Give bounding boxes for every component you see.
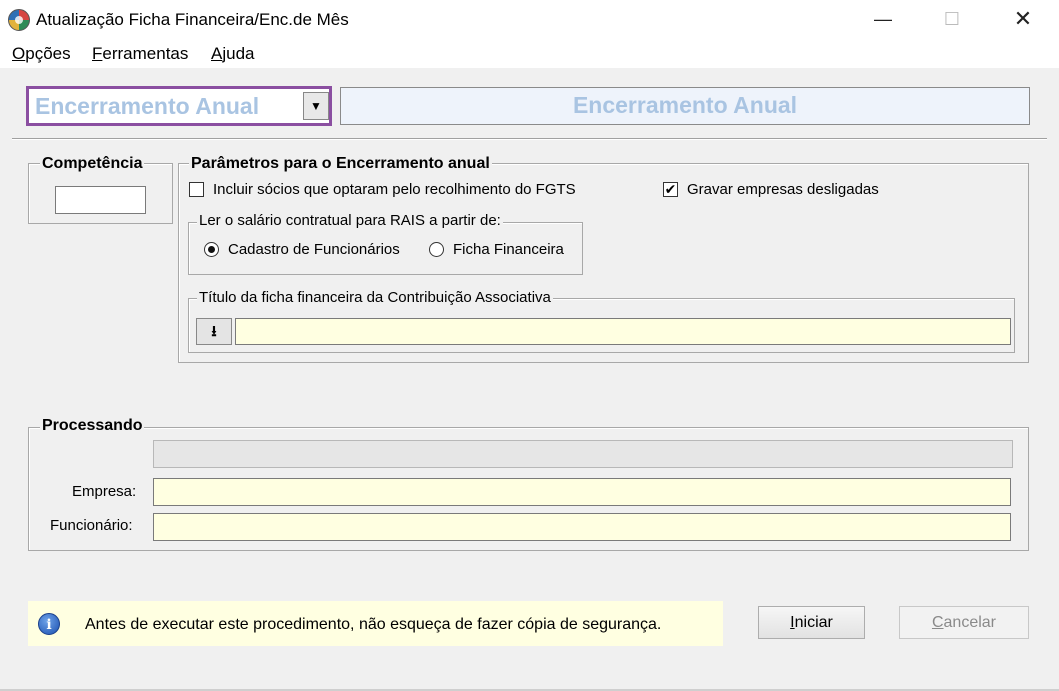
info-text: Antes de executar este procedimento, não… bbox=[85, 616, 662, 633]
radio-cadastro-label[interactable]: Cadastro de Funcionários bbox=[228, 241, 400, 258]
gravar-empresas-label[interactable]: Gravar empresas desligadas bbox=[687, 181, 879, 198]
mode-banner: Encerramento Anual bbox=[340, 87, 1030, 125]
menu-ferramentas-mnemonic: F bbox=[92, 44, 103, 63]
mode-select-value: Encerramento Anual bbox=[35, 93, 260, 119]
start-button[interactable]: Iniciar bbox=[758, 606, 865, 639]
window-title: Atualização Ficha Financeira/Enc.de Mês bbox=[36, 10, 349, 29]
info-icon: i bbox=[38, 613, 60, 635]
menu-ajuda-mnemonic: A bbox=[211, 44, 223, 63]
menu-ajuda-label: juda bbox=[222, 44, 255, 63]
close-button[interactable]: ✕ bbox=[1000, 0, 1046, 40]
params-group-label: Parâmetros para o Encerramento anual bbox=[189, 155, 492, 173]
menu-ferramentas[interactable]: Ferramentas bbox=[92, 44, 188, 64]
titulo-group-label: Título da ficha financeira da Contribuiç… bbox=[197, 289, 553, 306]
processando-label: Processando bbox=[40, 417, 145, 435]
competencia-label: Competência bbox=[40, 155, 145, 173]
funcionario-label: Funcionário: bbox=[50, 517, 133, 534]
empresa-field bbox=[153, 478, 1011, 506]
cancel-button-mnemonic: C bbox=[931, 614, 944, 631]
radio-ficha-financeira[interactable] bbox=[429, 242, 444, 257]
menu-opcoes-label: pções bbox=[25, 44, 71, 63]
info-panel: i Antes de executar este procedimento, n… bbox=[28, 601, 723, 646]
progress-bar bbox=[153, 440, 1013, 468]
start-button-label: niciar bbox=[794, 614, 833, 631]
competencia-input[interactable] bbox=[55, 186, 146, 214]
minimize-button[interactable]: — bbox=[860, 0, 906, 40]
mode-select[interactable]: Encerramento Anual ▼ bbox=[26, 86, 332, 126]
maximize-button[interactable]: ☐ bbox=[929, 0, 975, 40]
funcionario-field bbox=[153, 513, 1011, 541]
app-icon bbox=[8, 9, 30, 31]
salario-group-label: Ler o salário contratual para RAIS a par… bbox=[197, 212, 503, 229]
chevron-down-icon[interactable]: ▼ bbox=[303, 92, 329, 120]
title-bar: Atualização Ficha Financeira/Enc.de Mês … bbox=[0, 0, 1059, 40]
menu-bar: Opções Ferramentas Ajuda bbox=[0, 40, 1059, 68]
mode-banner-title: Encerramento Anual bbox=[572, 92, 798, 118]
menu-ajuda[interactable]: Ajuda bbox=[211, 44, 254, 64]
include-socios-label[interactable]: Incluir sócios que optaram pelo recolhim… bbox=[213, 181, 576, 198]
download-arrow-icon[interactable]: ⭳ bbox=[196, 318, 232, 345]
cancel-button[interactable]: Cancelar bbox=[899, 606, 1029, 639]
divider bbox=[12, 138, 1047, 140]
radio-cadastro-funcionarios[interactable] bbox=[204, 242, 219, 257]
menu-opcoes[interactable]: Opções bbox=[12, 44, 71, 64]
titulo-input[interactable] bbox=[235, 318, 1011, 345]
menu-opcoes-mnemonic: O bbox=[12, 44, 26, 63]
menu-ferramentas-label: erramentas bbox=[102, 44, 189, 63]
radio-ficha-label[interactable]: Ficha Financeira bbox=[453, 241, 564, 258]
cancel-button-label: ancelar bbox=[943, 614, 997, 631]
empresa-label: Empresa: bbox=[72, 483, 137, 500]
include-socios-checkbox[interactable] bbox=[189, 182, 204, 197]
gravar-empresas-checkbox[interactable]: ✔ bbox=[663, 182, 678, 197]
